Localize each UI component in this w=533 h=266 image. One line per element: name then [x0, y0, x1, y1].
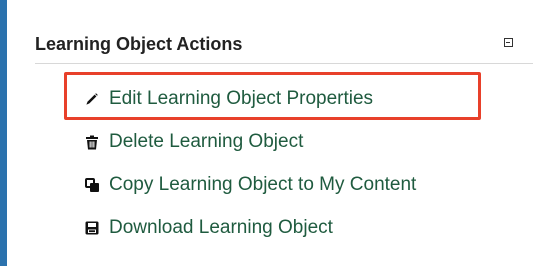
header-divider	[35, 63, 533, 64]
panel-title: Learning Object Actions	[35, 34, 243, 54]
action-label: Copy Learning Object to My Content	[109, 174, 417, 195]
copy-object-link[interactable]: Copy Learning Object to My Content	[85, 171, 416, 199]
download-icon	[85, 218, 105, 238]
screenshot-frame: Learning Object Actions Edit Learning Ob…	[0, 0, 533, 266]
action-label: Delete Learning Object	[109, 131, 304, 152]
highlight-box	[64, 72, 481, 120]
action-label: Download Learning Object	[109, 217, 333, 238]
collapse-box-icon[interactable]	[504, 38, 513, 47]
copy-icon	[85, 175, 105, 195]
download-object-link[interactable]: Download Learning Object	[85, 214, 333, 242]
left-accent-border	[0, 0, 7, 266]
trash-icon	[85, 132, 105, 152]
actions-panel: Learning Object Actions Edit Learning Ob…	[7, 0, 533, 266]
delete-object-link[interactable]: Delete Learning Object	[85, 128, 303, 156]
